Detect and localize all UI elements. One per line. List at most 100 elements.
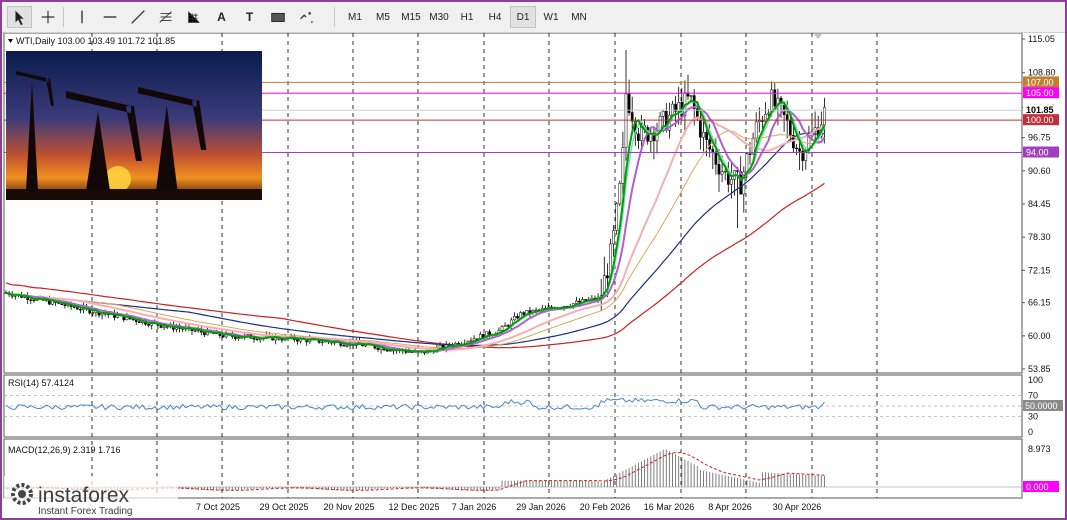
macd-label: MACD(12,26,9) 2.319 1.716: [8, 445, 121, 455]
text-label-tool[interactable]: T: [237, 6, 262, 28]
timeframe-d1[interactable]: D1: [510, 6, 536, 28]
price-level-label: 105.00: [1026, 88, 1054, 98]
candle-body: [516, 316, 519, 319]
instaforex-logo: instaforexInstant Forex Trading: [4, 476, 178, 517]
oil-derrick-image: [6, 51, 262, 200]
candle-body: [162, 326, 166, 328]
candle-body: [29, 299, 33, 301]
candle-body: [773, 89, 777, 107]
candle-body: [720, 171, 724, 175]
price-chart[interactable]: 115.05108.80102.3596.7590.6084.4578.3072…: [2, 33, 1065, 518]
candle-body: [788, 120, 792, 136]
logo-brand-text: instaforex: [38, 484, 130, 507]
rsi-axis-label: 70: [1028, 391, 1038, 401]
candle-body: [785, 114, 789, 121]
price-axis-label: 66.15: [1028, 298, 1051, 308]
candle-body: [91, 312, 95, 314]
cursor-tool[interactable]: [7, 6, 32, 28]
toolbar-separator: [334, 7, 335, 27]
candle-body: [717, 164, 721, 175]
rsi-axis-label: 100: [1028, 375, 1043, 385]
macd-axis-label: 0.000: [1026, 482, 1049, 492]
price-level-label: 107.00: [1026, 77, 1054, 87]
date-axis-label: 12 Dec 2025: [388, 502, 439, 512]
candle-body: [376, 347, 380, 350]
date-axis-label: 7 Oct 2025: [196, 502, 240, 512]
candle-body: [795, 147, 798, 149]
price-axis-label: 84.45: [1028, 199, 1051, 209]
price-axis-label: 115.05: [1028, 34, 1055, 44]
rectangle-tool[interactable]: [265, 6, 290, 28]
candle-body: [221, 335, 225, 338]
timeframe-mn[interactable]: MN: [566, 6, 592, 28]
candle-body: [757, 120, 761, 123]
timeframe-m5[interactable]: M5: [370, 6, 396, 28]
candle-body: [624, 93, 628, 148]
candle-body: [637, 133, 640, 141]
candle-body: [522, 312, 526, 316]
candle-body: [79, 308, 82, 311]
candle-body: [615, 203, 619, 231]
candle-body: [472, 338, 476, 341]
candle-body: [661, 110, 665, 117]
candle-body: [606, 275, 609, 279]
candle-body: [730, 179, 733, 185]
rsi-axis-label: 50.0000: [1025, 401, 1058, 411]
rsi-label: RSI(14) 57.4124: [8, 378, 74, 388]
candle-body: [500, 326, 504, 331]
candle-body: [506, 325, 510, 327]
candle-body: [767, 112, 770, 115]
candle-body: [159, 325, 163, 328]
date-axis-label: 7 Jan 2026: [452, 502, 497, 512]
candle-body: [320, 341, 324, 344]
timeframe-h1[interactable]: H1: [454, 6, 480, 28]
trendline-tool[interactable]: [125, 6, 150, 28]
crosshair-tool[interactable]: [35, 6, 60, 28]
price-level-label: 94.00: [1026, 148, 1049, 158]
arrows-tool[interactable]: [293, 6, 318, 28]
vertical-line-tool[interactable]: [69, 6, 94, 28]
timeframe-h4[interactable]: H4: [482, 6, 508, 28]
date-axis-label: 20 Feb 2026: [580, 502, 631, 512]
text-tool[interactable]: A: [209, 6, 234, 28]
date-axis-label: 29 Oct 2025: [259, 502, 308, 512]
candle-body: [612, 230, 615, 245]
price-axis-label: 108.80: [1028, 68, 1056, 78]
timeframe-m30[interactable]: M30: [426, 6, 452, 28]
candle-body: [575, 300, 578, 304]
candle-body: [137, 321, 141, 323]
rsi-axis-label: 30: [1028, 411, 1038, 421]
candle-body: [385, 350, 389, 352]
candle-body: [578, 300, 581, 303]
date-axis-label: 8 Apr 2026: [708, 502, 752, 512]
candle-body: [671, 103, 674, 116]
chart-toolbar: A T M1 M5 M15 M30 H1 H4 D1 W1 MN: [2, 2, 1065, 33]
candle-body: [255, 338, 259, 341]
date-axis-label: 16 Mar 2026: [644, 502, 695, 512]
candle-body: [63, 304, 67, 306]
candle-body: [618, 183, 622, 205]
candle-body: [32, 299, 36, 302]
candle-body: [237, 337, 240, 339]
candle-body: [469, 340, 473, 342]
candle-body: [705, 132, 708, 140]
timeframe-m1[interactable]: M1: [342, 6, 368, 28]
candle-body: [658, 116, 662, 131]
candle-body: [193, 330, 197, 332]
candle-body: [723, 170, 727, 173]
candle-body: [798, 148, 801, 152]
candle-body: [342, 345, 346, 347]
timeframe-m15[interactable]: M15: [398, 6, 424, 28]
date-axis-label: 20 Nov 2025: [323, 502, 374, 512]
candle-body: [296, 339, 299, 342]
price-axis-label: 72.15: [1028, 265, 1051, 275]
timeframe-w1[interactable]: W1: [538, 6, 564, 28]
price-axis-label: 96.75: [1028, 133, 1051, 143]
chart-header: WTI,Daily 103.00 103.49 101.72 101.85: [16, 36, 175, 46]
horizontal-line-tool[interactable]: [97, 6, 122, 28]
date-axis-label: 29 Jan 2026: [516, 502, 566, 512]
fibo-grid-tool[interactable]: [181, 6, 206, 28]
candle-body: [761, 120, 764, 122]
candle-body: [745, 153, 749, 173]
fibonacci-tool[interactable]: [153, 6, 178, 28]
